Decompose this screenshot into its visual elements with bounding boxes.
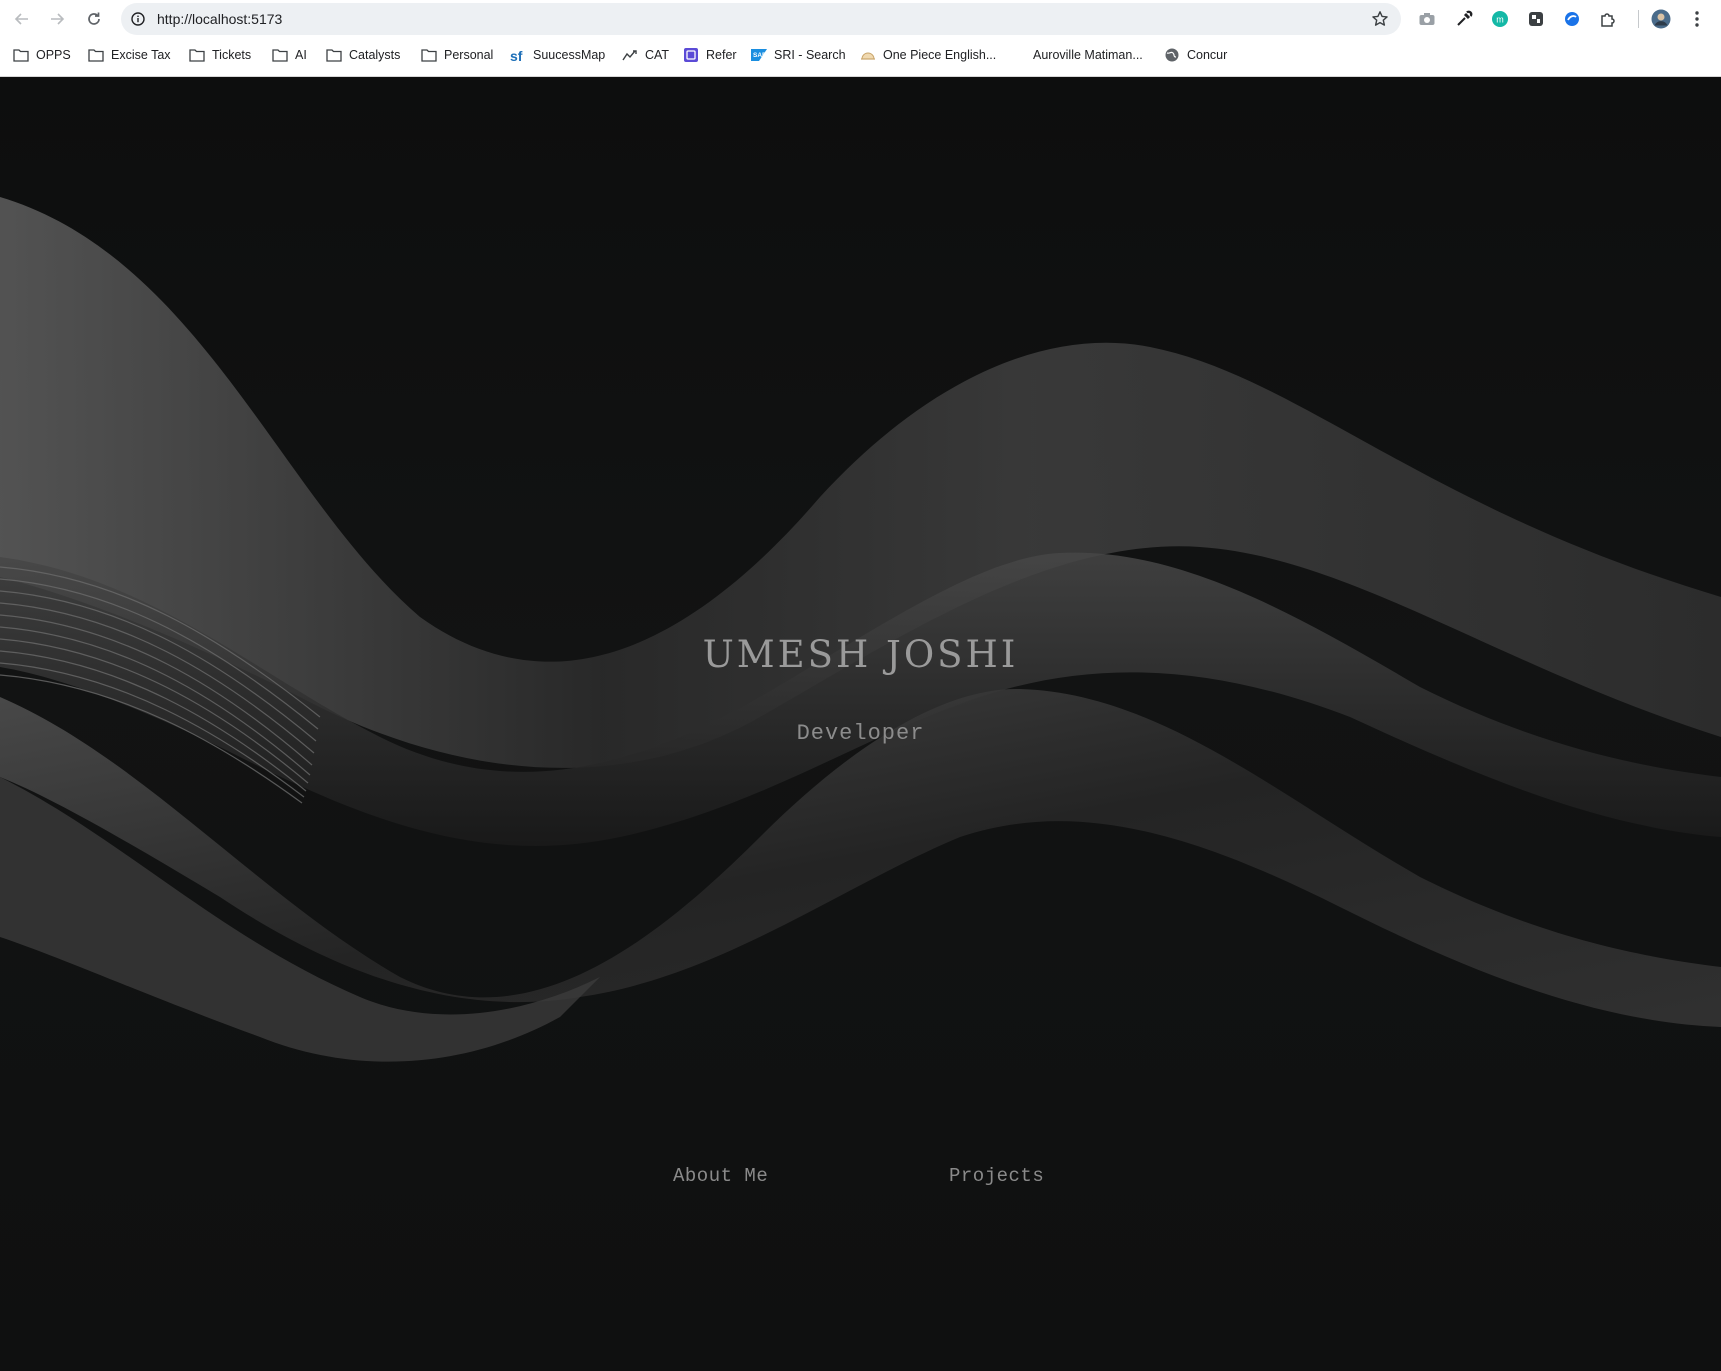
bookmark-label: Catalysts (349, 48, 401, 62)
reload-icon (88, 12, 100, 25)
arrow-left-icon (14, 13, 28, 25)
bookmark-folder-ai[interactable]: AI (272, 42, 307, 68)
bookmark-label: Refer (706, 48, 737, 62)
extension-grid-icon[interactable] (1525, 8, 1547, 30)
refer-icon (683, 47, 699, 63)
profile-avatar-icon[interactable] (1650, 8, 1672, 30)
bookmark-label: One Piece English... (883, 48, 997, 62)
hero-name: UMESH JOSHI (702, 633, 1019, 676)
forward-button[interactable] (43, 5, 71, 33)
extensions-puzzle-icon[interactable] (1597, 8, 1619, 30)
reload-button[interactable] (80, 5, 108, 33)
site-info-icon[interactable] (129, 10, 147, 28)
bookmark-label: OPPS (36, 48, 71, 62)
browser-toolbar: http://localhost:5173 m (0, 0, 1721, 38)
extension-m-icon[interactable]: m (1489, 8, 1511, 30)
bookmark-one-piece[interactable]: One Piece English... (860, 42, 996, 68)
bookmark-star-icon[interactable] (1369, 8, 1391, 30)
folder-icon (88, 47, 104, 63)
folder-icon (272, 47, 288, 63)
folder-icon (421, 47, 437, 63)
bookmark-folder-excise-tax[interactable]: Excise Tax (88, 42, 171, 68)
folder-icon (189, 47, 205, 63)
bookmark-cat[interactable]: CAT (622, 42, 669, 68)
bookmark-label: SRI - Search (774, 48, 846, 62)
svg-text:sf: sf (510, 48, 523, 63)
bookmark-sri-search[interactable]: SAP SRI - Search (751, 42, 846, 68)
page-viewport: UMESH JOSHI Developer About Me Projects (0, 77, 1721, 1371)
bookmark-concur[interactable]: Concur (1164, 42, 1227, 68)
one-piece-icon (860, 47, 876, 63)
bookmark-folder-personal[interactable]: Personal (421, 42, 493, 68)
arrow-right-icon (51, 13, 65, 25)
toolbar-divider (1638, 10, 1639, 28)
address-bar[interactable]: http://localhost:5173 (121, 3, 1401, 35)
bookmark-folder-catalysts[interactable]: Catalysts (326, 42, 400, 68)
nav-projects[interactable]: Projects (949, 1165, 1044, 1187)
back-button[interactable] (8, 5, 36, 33)
chart-icon (622, 47, 638, 63)
eyedropper-icon[interactable] (1453, 8, 1475, 30)
camera-icon[interactable] (1416, 8, 1438, 30)
folder-icon (326, 47, 342, 63)
bookmark-folder-opps[interactable]: OPPS (13, 42, 71, 68)
sap-icon: SAP (751, 47, 767, 63)
browser-chrome: http://localhost:5173 m OPPS Excise Tax … (0, 0, 1721, 77)
url-text[interactable]: http://localhost:5173 (157, 11, 282, 27)
hero-role: Developer (796, 721, 925, 746)
bookmark-label: Auroville Matiman... (1033, 48, 1143, 62)
bookmark-label: Excise Tax (111, 48, 171, 62)
bookmarks-bar: OPPS Excise Tax Tickets AI Catalysts Per… (0, 42, 1721, 68)
more-menu-icon[interactable] (1686, 8, 1708, 30)
bookmark-folder-tickets[interactable]: Tickets (189, 42, 251, 68)
bookmark-label: Personal (444, 48, 494, 62)
bookmark-label: Concur (1187, 48, 1228, 62)
bookmark-refer[interactable]: Refer (683, 42, 737, 68)
successfactors-icon: sf (510, 47, 526, 63)
bookmark-label: Tickets (212, 48, 252, 62)
bookmark-auroville[interactable]: Auroville Matiman... (1033, 42, 1143, 68)
nav-about-me[interactable]: About Me (673, 1165, 768, 1187)
svg-text:m: m (1496, 15, 1504, 25)
svg-text:SAP: SAP (753, 52, 767, 59)
bookmark-label: AI (295, 48, 307, 62)
bookmark-label: CAT (645, 48, 670, 62)
extension-blue-icon[interactable] (1561, 8, 1583, 30)
globe-icon (1164, 47, 1180, 63)
bookmark-label: SuucessMap (533, 48, 606, 62)
bookmark-suucessmap[interactable]: sf SuucessMap (510, 42, 605, 68)
folder-icon (13, 47, 29, 63)
